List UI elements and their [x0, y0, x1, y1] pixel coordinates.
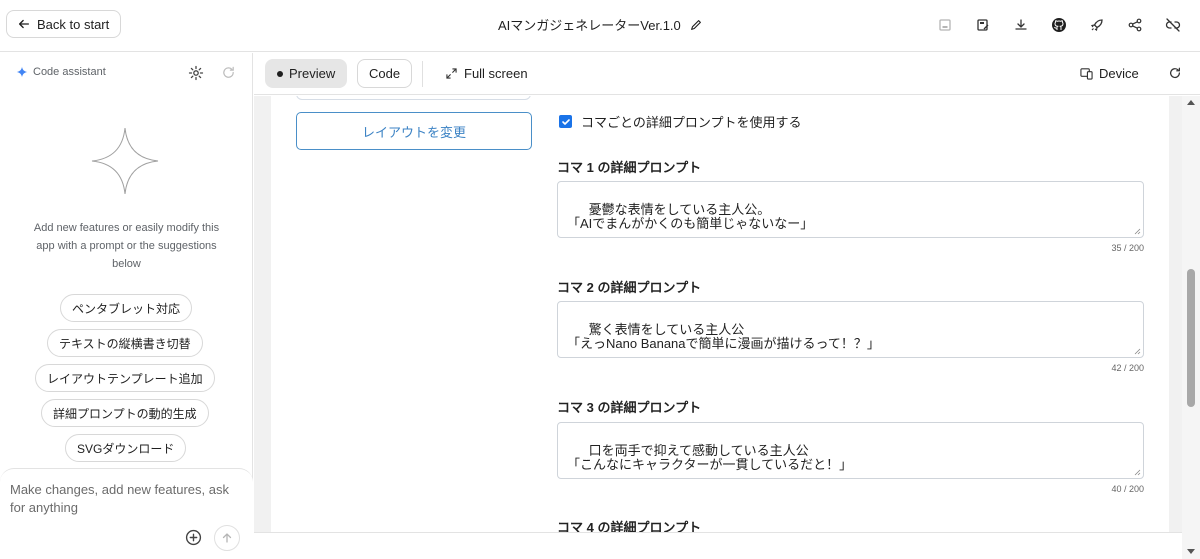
download-button[interactable] — [1002, 12, 1040, 38]
tab-code-label: Code — [369, 66, 401, 81]
app-title: AIマンガジェネレーターVer.1.0 — [498, 15, 703, 34]
large-sparkle-icon — [91, 127, 159, 195]
fullscreen-label: Full screen — [464, 66, 528, 81]
tab-preview[interactable]: Preview — [265, 59, 348, 88]
panel-1-label: コマ 1 の詳細プロンプト — [557, 160, 702, 175]
panel-2-counter: 42 / 200 — [1111, 363, 1144, 373]
detailed-prompt-toggle[interactable]: コマごとの詳細プロンプトを使用する — [559, 112, 801, 131]
share-icon — [1128, 18, 1142, 32]
panel-1-textarea[interactable]: 憂鬱な表情をしている主人公。 「AIでまんがかくのも簡単じゃないなー」 — [557, 181, 1144, 238]
save-button[interactable] — [926, 12, 964, 38]
top-bar: Back to start AIマンガジェネレーターVer.1.0 — [0, 0, 1200, 52]
save-as-button[interactable] — [964, 12, 1002, 38]
active-dot-icon — [277, 70, 283, 77]
code-assistant-header: Code assistant — [16, 66, 106, 78]
change-layout-button[interactable]: レイアウトを変更 — [296, 112, 532, 150]
sparkle-icon — [16, 66, 28, 78]
preview-bottom-edge — [254, 532, 1200, 559]
suggestion-chip[interactable]: レイアウトテンプレート追加 — [35, 364, 215, 392]
panel-2-text: 驚く表情をしている主人公 「えっNano Bananaで簡単に漫画が描けるって！… — [567, 322, 880, 351]
app-card: レイアウトを変更 コマごとの詳細プロンプトを使用する コマ 1 の詳細プロンプト… — [271, 96, 1169, 532]
resize-grip-icon[interactable] — [1134, 469, 1141, 476]
unlink-button[interactable] — [1154, 12, 1192, 38]
checkmark-icon — [561, 118, 570, 125]
gear-icon[interactable] — [188, 65, 204, 81]
github-icon — [1052, 18, 1066, 32]
arrow-left-icon — [18, 19, 30, 29]
scroll-down-icon[interactable] — [1187, 549, 1195, 554]
reload-icon[interactable] — [1168, 66, 1182, 80]
panel-2-label: コマ 2 の詳細プロンプト — [557, 280, 702, 295]
prompt-input-box[interactable]: Make changes, add new features, ask for … — [0, 468, 253, 559]
panel-3-text: 口を両手で抑えて感動している主人公 「こんなにキャラクターが一貫しているだと！」 — [567, 443, 853, 472]
scroll-thumb[interactable] — [1187, 269, 1195, 407]
suggestion-chip[interactable]: ペンタブレット対応 — [60, 294, 193, 322]
app-title-text: AIマンガジェネレーターVer.1.0 — [498, 18, 681, 33]
device-button[interactable]: Device — [1080, 59, 1139, 88]
app-preview-area: レイアウトを変更 コマごとの詳細プロンプトを使用する コマ 1 の詳細プロンプト… — [254, 96, 1200, 559]
suggestion-chip[interactable]: 詳細プロンプトの動的生成 — [41, 399, 209, 427]
suggestion-chip[interactable]: テキストの縦横書き切替 — [47, 329, 203, 357]
panel-1-counter: 35 / 200 — [1111, 243, 1144, 253]
panel-3-counter: 40 / 200 — [1111, 484, 1144, 494]
resize-grip-icon[interactable] — [1134, 348, 1141, 355]
devices-icon — [1080, 68, 1093, 80]
deploy-button[interactable] — [1078, 12, 1116, 38]
back-to-start-button[interactable]: Back to start — [6, 10, 122, 38]
toolbar-divider — [422, 61, 423, 87]
unlink-icon — [1165, 18, 1181, 32]
back-to-start-label: Back to start — [37, 16, 110, 32]
send-button[interactable] — [214, 525, 240, 551]
add-circle-icon[interactable] — [185, 529, 202, 546]
partial-input[interactable] — [296, 96, 531, 100]
prompt-input[interactable]: Make changes, add new features, ask for … — [10, 481, 240, 517]
tab-preview-label: Preview — [289, 66, 336, 81]
fullscreen-button[interactable]: Full screen — [446, 59, 528, 88]
github-button[interactable] — [1040, 12, 1078, 38]
panel-4-label: コマ 4 の詳細プロンプト — [557, 520, 702, 532]
panel-2-textarea[interactable]: 驚く表情をしている主人公 「えっNano Bananaで簡単に漫画が描けるって！… — [557, 301, 1144, 358]
preview-toolbar: Preview Code Full screen Device — [254, 53, 1200, 95]
top-icon-bar — [926, 12, 1192, 38]
expand-icon — [446, 68, 457, 79]
scroll-up-icon[interactable] — [1187, 100, 1195, 105]
arrow-up-icon — [222, 533, 232, 543]
device-label: Device — [1099, 66, 1139, 81]
code-assistant-label: Code assistant — [33, 66, 106, 78]
panel-3-label: コマ 3 の詳細プロンプト — [557, 400, 702, 415]
panel-1-text: 憂鬱な表情をしている主人公。 「AIでまんがかくのも簡単じゃないなー」 — [567, 202, 814, 231]
detailed-prompt-checkbox[interactable] — [559, 115, 572, 128]
detailed-prompt-label: コマごとの詳細プロンプトを使用する — [581, 115, 802, 130]
panel-3-textarea[interactable]: 口を両手で抑えて感動している主人公 「こんなにキャラクターが一貫しているだと！」 — [557, 422, 1144, 479]
refresh-icon[interactable] — [221, 65, 236, 80]
share-button[interactable] — [1116, 12, 1154, 38]
code-assistant-panel: Code assistant Add new features or easil… — [0, 53, 253, 559]
pencil-icon[interactable] — [689, 18, 703, 32]
save-as-icon — [977, 19, 989, 31]
tab-code[interactable]: Code — [357, 59, 413, 88]
suggestion-chip[interactable]: SVGダウンロード — [65, 434, 187, 462]
download-icon — [1015, 19, 1027, 30]
deploy-rocket-icon — [1091, 19, 1103, 31]
resize-grip-icon[interactable] — [1134, 228, 1141, 235]
preview-scrollbar[interactable] — [1182, 96, 1200, 559]
assistant-description: Add new features or easily modify this a… — [33, 222, 220, 270]
save-icon — [939, 19, 951, 31]
